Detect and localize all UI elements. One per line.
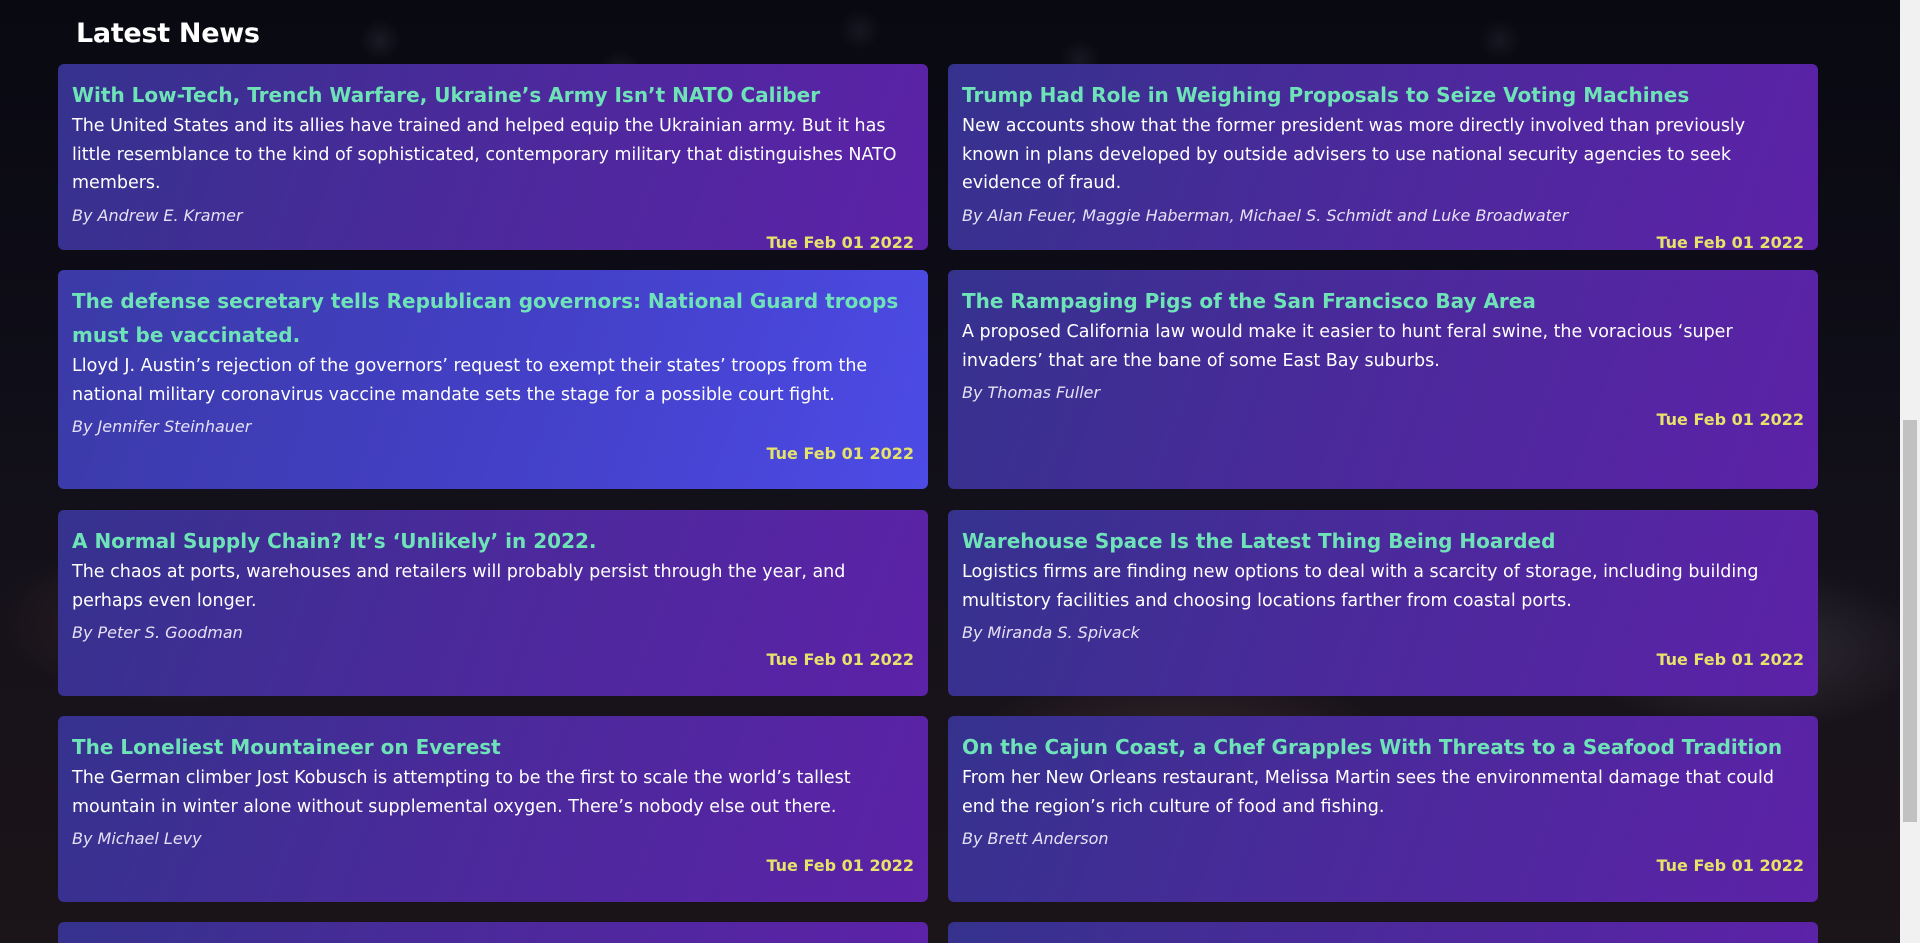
- news-card-author: By Miranda S. Spivack: [962, 623, 1140, 642]
- news-card-description: The chaos at ports, warehouses and retai…: [72, 562, 846, 611]
- news-card-date: Tue Feb 01 2022: [1656, 650, 1805, 669]
- news-card-description: New accounts show that the former presid…: [962, 116, 1746, 193]
- news-card-title[interactable]: Trump Had Role in Weighing Proposals to …: [962, 78, 1804, 112]
- news-card-date: Tue Feb 01 2022: [766, 856, 915, 875]
- news-card-date: Tue Feb 01 2022: [1656, 410, 1805, 429]
- news-card-description: Logistics firms are finding new options …: [962, 562, 1759, 611]
- news-card-hovered[interactable]: The defense secretary tells Republican g…: [58, 270, 928, 489]
- news-card-author: By Peter S. Goodman: [72, 623, 243, 642]
- news-card-description: From her New Orleans restaurant, Melissa…: [962, 768, 1774, 817]
- news-card-title[interactable]: The Rampaging Pigs of the San Francisco …: [962, 284, 1804, 318]
- news-card-partial[interactable]: [948, 922, 1818, 943]
- scrollbar-thumb[interactable]: [1903, 420, 1917, 822]
- news-card-title[interactable]: The defense secretary tells Republican g…: [72, 284, 914, 352]
- news-card[interactable]: Warehouse Space Is the Latest Thing Bein…: [948, 510, 1818, 696]
- news-card-author: By Michael Levy: [72, 829, 202, 848]
- news-card-author: By Andrew E. Kramer: [72, 205, 243, 225]
- news-card[interactable]: Trump Had Role in Weighing Proposals to …: [948, 64, 1818, 252]
- news-card-description: Lloyd J. Austin’s rejection of the gover…: [72, 356, 868, 405]
- news-card-author: By Brett Anderson: [962, 829, 1109, 848]
- news-card-description: The German climber Jost Kobusch is attem…: [72, 768, 851, 817]
- news-card-date: Tue Feb 01 2022: [766, 650, 915, 669]
- news-card-title[interactable]: The Loneliest Mountaineer on Everest: [72, 730, 914, 764]
- news-card-title[interactable]: Warehouse Space Is the Latest Thing Bein…: [962, 524, 1804, 558]
- news-card-description: The United States and its allies have tr…: [72, 116, 897, 193]
- vertical-scrollbar[interactable]: [1900, 0, 1920, 943]
- news-card[interactable]: The Rampaging Pigs of the San Francisco …: [948, 270, 1818, 489]
- news-card[interactable]: With Low-Tech, Trench Warfare, Ukraine’s…: [58, 64, 928, 252]
- news-card-partial[interactable]: [58, 922, 928, 943]
- news-card[interactable]: The Loneliest Mountaineer on Everest The…: [58, 716, 928, 902]
- news-card-author: By Jennifer Steinhauer: [72, 417, 252, 436]
- news-card[interactable]: A Normal Supply Chain? It’s ‘Unlikely’ i…: [58, 510, 928, 696]
- news-card-title[interactable]: With Low-Tech, Trench Warfare, Ukraine’s…: [72, 78, 914, 112]
- news-card-date: Tue Feb 01 2022: [1656, 856, 1805, 875]
- news-card-author: By Alan Feuer, Maggie Haberman, Michael …: [962, 205, 1569, 225]
- news-card-author: By Thomas Fuller: [962, 383, 1101, 402]
- news-card-description: A proposed California law would make it …: [962, 322, 1733, 371]
- news-card-date: Tue Feb 01 2022: [766, 232, 915, 252]
- news-card-title[interactable]: A Normal Supply Chain? It’s ‘Unlikely’ i…: [72, 524, 914, 558]
- news-card-title[interactable]: On the Cajun Coast, a Chef Grapples With…: [962, 730, 1804, 764]
- news-card[interactable]: On the Cajun Coast, a Chef Grapples With…: [948, 716, 1818, 902]
- news-card-date: Tue Feb 01 2022: [766, 444, 915, 463]
- section-title: Latest News: [76, 18, 260, 49]
- news-card-date: Tue Feb 01 2022: [1656, 232, 1805, 252]
